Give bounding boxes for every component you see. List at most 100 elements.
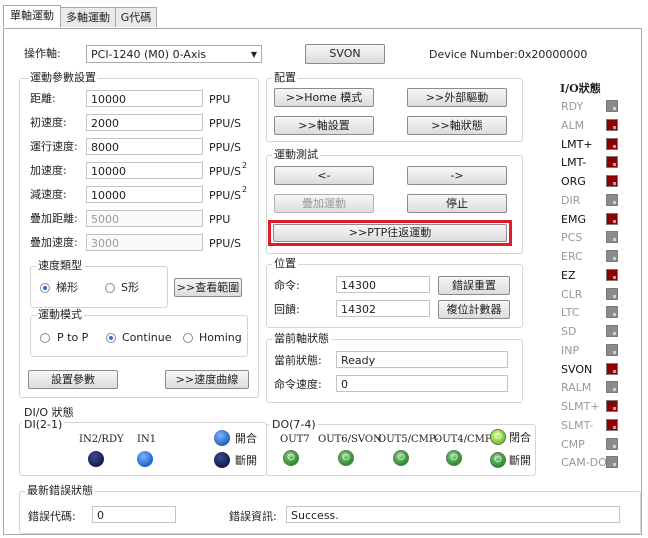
- view-range-button[interactable]: >>查看範圍: [174, 278, 242, 297]
- param-input-3[interactable]: 10000: [86, 162, 203, 179]
- do-out6-power-icon[interactable]: ⏻: [338, 450, 354, 466]
- axis-state-group: [266, 339, 523, 403]
- io-label-4: ORG: [561, 175, 586, 188]
- feedback-position-field[interactable]: 14302: [336, 300, 430, 317]
- error-status-title: 最新錯誤狀態: [25, 484, 95, 497]
- io-label-7: PCS: [561, 231, 583, 244]
- mode-ptp-label: P to P: [57, 331, 89, 344]
- do-open-legend-icon: ⏻: [490, 452, 506, 468]
- param-label-6: 疊加速度:: [30, 236, 78, 249]
- io-label-19: CAM-DO: [561, 456, 607, 469]
- param-unit-text-5: PPU: [209, 213, 231, 226]
- speed-type-trapezoid-radio[interactable]: [40, 283, 50, 293]
- tab-multi-axis[interactable]: 多軸運動: [59, 7, 117, 27]
- mode-ptp-radio[interactable]: [40, 333, 50, 343]
- do-closed-legend-label: 閉合: [509, 431, 531, 444]
- move-right-button[interactable]: ->: [407, 166, 507, 185]
- speed-type-s-label: S形: [121, 281, 139, 294]
- motion-test-title: 運動測試: [272, 148, 320, 161]
- param-unit-text-2: PPU/S: [209, 141, 242, 154]
- param-unit-text-3: PPU/S: [209, 165, 242, 178]
- io-led-icon-12: [606, 325, 618, 337]
- param-label-4: 減速度:: [30, 188, 67, 201]
- io-label-9: EZ: [561, 269, 576, 282]
- io-led-icon-19: [606, 456, 618, 468]
- svon-button[interactable]: SVON: [305, 44, 385, 64]
- mode-continue-label: Continue: [122, 331, 172, 344]
- param-input-1[interactable]: 2000: [86, 114, 203, 131]
- axis-select[interactable]: PCI-1240 (M0) 0-Axis ▼: [86, 45, 262, 63]
- io-led-icon-0: [606, 100, 618, 112]
- io-label-15: RALM: [561, 381, 592, 394]
- io-led-icon-5: [606, 194, 618, 206]
- tab-single-axis[interactable]: 單軸運動: [3, 5, 61, 27]
- chevron-down-icon: ▼: [250, 50, 257, 59]
- io-label-3: LMT-: [561, 156, 587, 169]
- param-label-0: 距離:: [30, 92, 56, 105]
- stop-button[interactable]: 停止: [407, 194, 507, 213]
- do-out7-power-icon[interactable]: ⏻: [283, 450, 299, 466]
- ptp-round-trip-button[interactable]: >>PTP往返運動: [273, 224, 507, 242]
- command-speed-field[interactable]: 0: [336, 375, 508, 392]
- io-led-icon-11: [606, 306, 618, 318]
- io-led-icon-9: [606, 269, 618, 281]
- param-unit-4: PPU/S2: [209, 185, 247, 204]
- param-unit-sup-3: 2: [242, 161, 248, 170]
- di-open-legend-label: 斷開: [235, 454, 257, 467]
- axis-status-button[interactable]: >>軸狀態: [407, 116, 507, 135]
- do-out4-power-icon[interactable]: ⏻: [446, 450, 462, 466]
- move-left-button[interactable]: <-: [274, 166, 374, 185]
- io-status-title: I/O狀態: [560, 82, 601, 95]
- do-open-legend-label: 斷開: [509, 454, 531, 467]
- io-label-11: LTC: [561, 306, 580, 319]
- param-input-2[interactable]: 8000: [86, 138, 203, 155]
- speed-type-s-radio[interactable]: [105, 283, 115, 293]
- feedback-position-label: 回饋:: [274, 303, 300, 316]
- do-out5-power-icon[interactable]: ⏻: [393, 450, 409, 466]
- param-label-3: 加速度:: [30, 164, 67, 177]
- param-unit-1: PPU/S: [209, 117, 241, 131]
- param-input-6[interactable]: 3000: [86, 234, 203, 251]
- param-input-0[interactable]: 10000: [86, 90, 203, 107]
- io-led-icon-16: [606, 400, 618, 412]
- param-label-1: 初速度:: [30, 116, 67, 129]
- error-reset-button[interactable]: 錯誤重置: [438, 276, 510, 295]
- param-unit-text-4: PPU/S: [209, 189, 242, 202]
- di-closed-legend-label: 開合: [235, 432, 257, 445]
- speed-curve-button[interactable]: >>速度曲線: [165, 370, 249, 389]
- param-input-4[interactable]: 10000: [86, 186, 203, 203]
- di-title: DI(2-1): [22, 418, 65, 431]
- io-led-icon-4: [606, 175, 618, 187]
- counter-reset-button[interactable]: 複位計數器: [438, 300, 510, 319]
- command-position-field[interactable]: 14300: [336, 276, 430, 293]
- io-led-icon-18: [606, 438, 618, 450]
- home-mode-button[interactable]: >>Home 模式: [274, 88, 374, 107]
- command-speed-label: 命令速度:: [274, 378, 322, 391]
- io-led-icon-15: [606, 381, 618, 393]
- io-label-12: SD: [561, 325, 577, 338]
- io-led-icon-13: [606, 344, 618, 356]
- axis-settings-button[interactable]: >>軸設置: [274, 116, 374, 135]
- error-info-field[interactable]: Success.: [286, 506, 620, 523]
- axis-select-value: PCI-1240 (M0) 0-Axis: [91, 48, 207, 61]
- current-state-field[interactable]: Ready: [336, 351, 508, 368]
- io-led-icon-14: [606, 363, 618, 375]
- tab-gcode[interactable]: G代碼: [115, 7, 157, 27]
- command-position-label: 命令:: [274, 279, 300, 292]
- main-window: 單軸運動 多軸運動 G代碼 操作軸: PCI-1240 (M0) 0-Axis …: [0, 0, 648, 538]
- param-unit-3: PPU/S2: [209, 161, 247, 180]
- current-state-label: 當前狀態:: [274, 354, 322, 367]
- set-params-button[interactable]: 設置參數: [28, 370, 118, 389]
- do-label-out7: OUT7: [280, 434, 310, 445]
- mode-continue-radio[interactable]: [106, 333, 116, 343]
- external-drive-button[interactable]: >>外部驅動: [407, 88, 507, 107]
- param-unit-6: PPU/S: [209, 237, 241, 251]
- io-label-6: EMG: [561, 213, 586, 226]
- speed-type-title: 速度類型: [36, 259, 84, 272]
- io-led-icon-17: [606, 419, 618, 431]
- mode-homing-radio[interactable]: [183, 333, 193, 343]
- param-unit-0: PPU: [209, 93, 230, 107]
- param-input-5[interactable]: 5000: [86, 210, 203, 227]
- error-code-field[interactable]: 0: [92, 506, 176, 523]
- overlay-motion-button[interactable]: 疊加運動: [274, 194, 374, 213]
